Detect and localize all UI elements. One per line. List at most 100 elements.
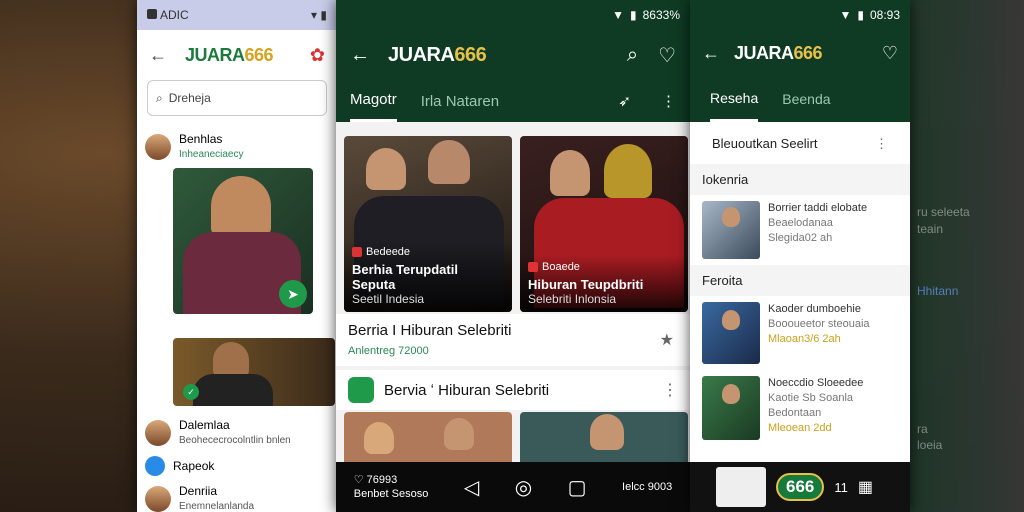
card-source: Bedeede [366,246,411,258]
news-item[interactable]: Kaoder dumboehie Boooueetor steouaia Mlaoa… [690,296,910,370]
bg-label: ru seleeta [917,205,970,219]
dock-count: 11 [834,479,848,495]
card-title: Hiburan Teupdbriti [528,277,644,292]
phone-right: ▼ ▮ 08:93 ← JUARA666 ♡ Reseha Beenda Bleu… [690,0,910,512]
search-input[interactable]: ⌕ Dreheja [147,80,327,116]
avatar [145,420,171,446]
contact-row[interactable]: Rapeok [137,454,337,482]
search-icon[interactable]: ⌕ [627,44,638,67]
heart-icon[interactable]: ♡ [658,43,676,68]
media-image[interactable]: ✓ [173,338,335,406]
news-meta: Bedontaan [768,407,822,419]
card-caption: Boaede Hiburan Teupdbriti Selebriti Inlo… [520,255,688,312]
news-card[interactable]: Bedeede Berhia Terupdatil Seputa Seetil … [344,136,512,312]
news-time: Mleoean 2dd [768,422,832,434]
news-title: Borrier taddi elobate [768,202,868,214]
face-shape [590,414,624,450]
section-title: Bleuoutkan Seelirt [712,136,818,151]
back-arrow-icon[interactable]: ← [149,45,167,66]
status-bar: ▼ ▮ 08:93 [690,0,910,30]
hijab-shape [604,144,652,198]
tab-magotr[interactable]: Magotr [350,80,397,122]
heart-icon[interactable]: ♡ [882,43,898,64]
face-shape [364,422,394,454]
more-icon[interactable]: ⋮ [661,92,676,110]
contact-sub: Enemnelanlanda [179,501,255,512]
star-icon[interactable]: ★ [660,330,674,350]
flower-icon[interactable]: ✿ [310,45,325,66]
wifi-icon: ▼ [612,8,625,22]
app-icon [147,9,157,19]
contact-name: Dalemlaa [179,418,230,432]
back-arrow-icon[interactable]: ← [350,44,370,67]
headline-meta: Anlentreg 72000 [348,345,429,357]
contact-row[interactable]: Denriia Enemnelanlanda [137,482,337,512]
status-text: ADIC [160,8,189,22]
background-right-panel: ru seleeta teain ra loeia Hhitann [905,0,1024,512]
status-bar: ▼ ▮ 8633% [336,0,690,30]
news-item[interactable]: Noeccdio Sloeedee Kaotie Sb Soanla Bedonta… [690,370,910,446]
card-source: Boaede [542,261,580,273]
more-icon[interactable]: ⋮ [875,136,888,152]
contact-name: Denriia [179,484,218,498]
recents-nav-icon[interactable]: ▢ [568,475,587,500]
media-image[interactable]: ➤ [173,168,313,314]
contact-name: Benhlas [179,132,223,146]
news-title: Noeccdio Sloeedee [768,377,864,389]
play-icon [145,456,165,476]
brand-badge[interactable]: 666 [776,473,825,501]
status-bar: ADIC ▾ ▮ [137,0,337,30]
back-nav-icon[interactable]: ◁ [464,475,479,500]
contact-name: Rapeok [173,458,215,473]
tab-beenda[interactable]: Beenda [782,76,830,122]
news-card[interactable]: Boaede Hiburan Teupdbriti Selebriti Inlo… [520,136,688,312]
bg-label: teain [917,222,944,236]
app-logo: JUARA666 [185,44,274,66]
news-thumbnail [702,376,760,440]
grid-icon[interactable]: ▦ [858,477,873,497]
app-logo: JUARA666 [388,43,487,67]
logo-text: JUARA [185,44,245,65]
face-shape [366,148,406,190]
home-nav-icon[interactable]: ◎ [515,475,532,500]
tab-reseha[interactable]: Reseha [710,76,759,122]
avatar [145,134,171,160]
logo-number: 666 [244,44,274,65]
contact-row[interactable]: Benhlas Inheaneciaecy [137,126,337,168]
face-shape [213,342,249,378]
bg-label: Hhitann [917,284,959,298]
bottom-count: 76993 [366,474,398,486]
face-shape [550,150,590,196]
card-subtitle: Selebriti Inlonsia [528,292,617,306]
body-shape [193,374,273,406]
signal-icon: ▾ ▮ [311,8,327,22]
status-time: 08:93 [869,8,900,22]
news-item[interactable]: Borrier taddi elobate Beaelodanaa Slegida0… [690,195,910,261]
share-icon[interactable]: ➶ [618,92,631,110]
more-icon[interactable]: ⋮ [662,380,678,400]
tab-irla-nataren[interactable]: Irla Nataren [421,80,499,122]
search-value: Dreheja [168,91,211,105]
section-header: Bleuoutkan Seelirt ⋮ [690,122,910,160]
news-meta: Boooueetor steouaia [768,318,870,330]
face-shape [444,418,474,450]
send-icon[interactable]: ➤ [279,280,307,308]
card-title: Berhia Terupdatil Seputa [352,262,458,292]
card-subtitle: Seetil Indesia [352,292,425,306]
logo-text: JUARA [388,43,455,66]
navigation-bar: ♡ 76993 Benbet Sesoso ◁ ◎ ▢ Ielcc 9003 [336,462,690,512]
avatar [145,486,171,512]
app-bar: ← JUARA666 ♡ [690,30,910,76]
bg-label: ra [917,422,928,436]
contact-row[interactable]: Dalemlaa Beohececrocolntlin bnlen [137,412,337,454]
face-shape [722,384,740,404]
search-icon: ⌕ [156,90,163,105]
face-shape [211,176,271,236]
back-arrow-icon[interactable]: ← [702,43,720,64]
headline-row[interactable]: Berria I Hiburan Selebriti Anlentreg 720… [336,314,690,366]
bottom-stat: ♡ 76993 Benbet Sesoso [353,474,429,500]
logo-number: 666 [454,43,487,66]
bottom-label: Benbet Sesoso [353,488,429,500]
app-bar: ← JUARA666 ⌕ ♡ [336,30,690,80]
preview-thumbnail[interactable] [716,467,766,507]
